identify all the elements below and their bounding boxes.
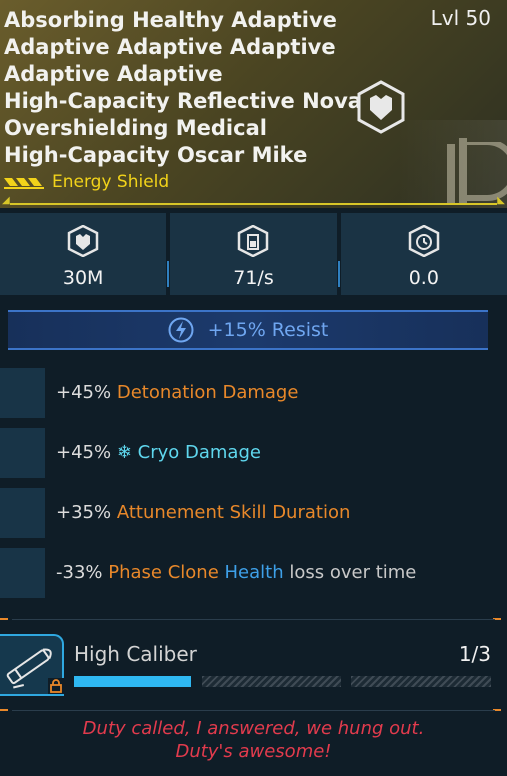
perk-text: +35% Attunement Skill Duration: [56, 502, 350, 523]
perk-slot: [0, 368, 45, 418]
divider-dash: [0, 709, 8, 711]
recharge-rate-icon: [238, 225, 269, 257]
shield-emblem-icon: [357, 80, 405, 134]
corner-right-icon: ◣: [497, 195, 505, 206]
perk-description-part: Phase Clone: [108, 562, 219, 583]
flavor-text-line-1: Duty called, I answered, we hung out.: [82, 718, 425, 739]
item-name-line-1: Absorbing Healthy Adaptive: [4, 8, 337, 32]
item-type-label: Energy Shield: [52, 172, 170, 192]
perk-text: -33% Phase Clone Health loss over time: [56, 562, 416, 583]
resist-label: +15% Resist: [207, 319, 329, 341]
mod-name: High Caliber: [74, 642, 197, 666]
perk-description: Cryo Damage: [137, 442, 261, 463]
perk-percent: +35%: [56, 502, 112, 523]
stat-recharge-rate-value: 71/s: [233, 267, 274, 289]
stat-recharge-delay: 0.0: [340, 213, 507, 295]
item-name-line-2: Adaptive Adaptive Adaptive: [4, 35, 336, 59]
snowflake-icon: ❄: [116, 442, 132, 463]
item-level: Lvl 50: [430, 6, 491, 30]
divider-dash: [0, 618, 8, 620]
perk-percent: -33%: [56, 562, 103, 583]
item-header: Absorbing Healthy Adaptive Adaptive Adap…: [0, 0, 507, 208]
perk-description-part: Health: [224, 562, 284, 583]
mod-divider: [12, 619, 495, 620]
perk-slot: [0, 488, 45, 538]
flavor-text-line-2: Duty's awesome!: [175, 741, 332, 762]
item-name-line-5: Overshielding Medical: [4, 116, 267, 140]
perk-description: Attunement Skill Duration: [116, 502, 351, 523]
header-divider: [10, 203, 497, 205]
rarity-chevrons-icon: [4, 178, 44, 189]
perk-row: -33% Phase Clone Health loss over time: [0, 548, 507, 598]
mod-progress-segment-empty: [351, 676, 491, 687]
perk-row: +45% Detonation Damage: [0, 368, 507, 418]
perk-row: +45% ❄ Cryo Damage: [0, 428, 507, 478]
mod-progress-segment-empty: [202, 676, 341, 687]
stats-row: 30M 71/s 0.0: [0, 213, 507, 295]
stat-capacity: 30M: [0, 213, 170, 295]
lock-icon: [48, 678, 64, 694]
mod-progress-segment-filled: [74, 676, 191, 687]
perk-row: +35% Attunement Skill Duration: [0, 488, 507, 538]
perk-slot: [0, 428, 45, 478]
item-name-line-4: High-Capacity Reflective Nova: [4, 89, 362, 113]
resist-banner: +15% Resist: [8, 310, 488, 350]
perk-description-part: loss over time: [289, 562, 417, 583]
recharge-delay-icon: [408, 225, 440, 257]
corner-left-icon: ◢: [2, 195, 10, 206]
item-type-row: Energy Shield: [4, 171, 169, 193]
mod-count: 1/3: [458, 642, 491, 666]
perk-description: Detonation Damage: [116, 382, 299, 403]
stat-separator: [167, 261, 170, 287]
stat-recharge-delay-value: 0.0: [408, 267, 439, 289]
perk-text: +45% Detonation Damage: [56, 382, 298, 403]
perk-percent: +45%: [56, 442, 112, 463]
perk-text: +45% ❄ Cryo Damage: [56, 442, 261, 463]
stat-capacity-value: 30M: [62, 267, 104, 289]
item-name-line-6: High-Capacity Oscar Mike: [4, 143, 308, 167]
header-decoration: [397, 120, 507, 208]
shield-capacity-icon: [67, 225, 99, 257]
perk-slot: [0, 548, 45, 598]
lightning-icon: [168, 317, 194, 343]
perk-percent: +45%: [56, 382, 112, 403]
item-name-line-3: Adaptive Adaptive: [4, 62, 223, 86]
flavor-divider: [12, 710, 495, 711]
stat-separator: [337, 261, 340, 287]
stat-recharge-rate: 71/s: [170, 213, 340, 295]
